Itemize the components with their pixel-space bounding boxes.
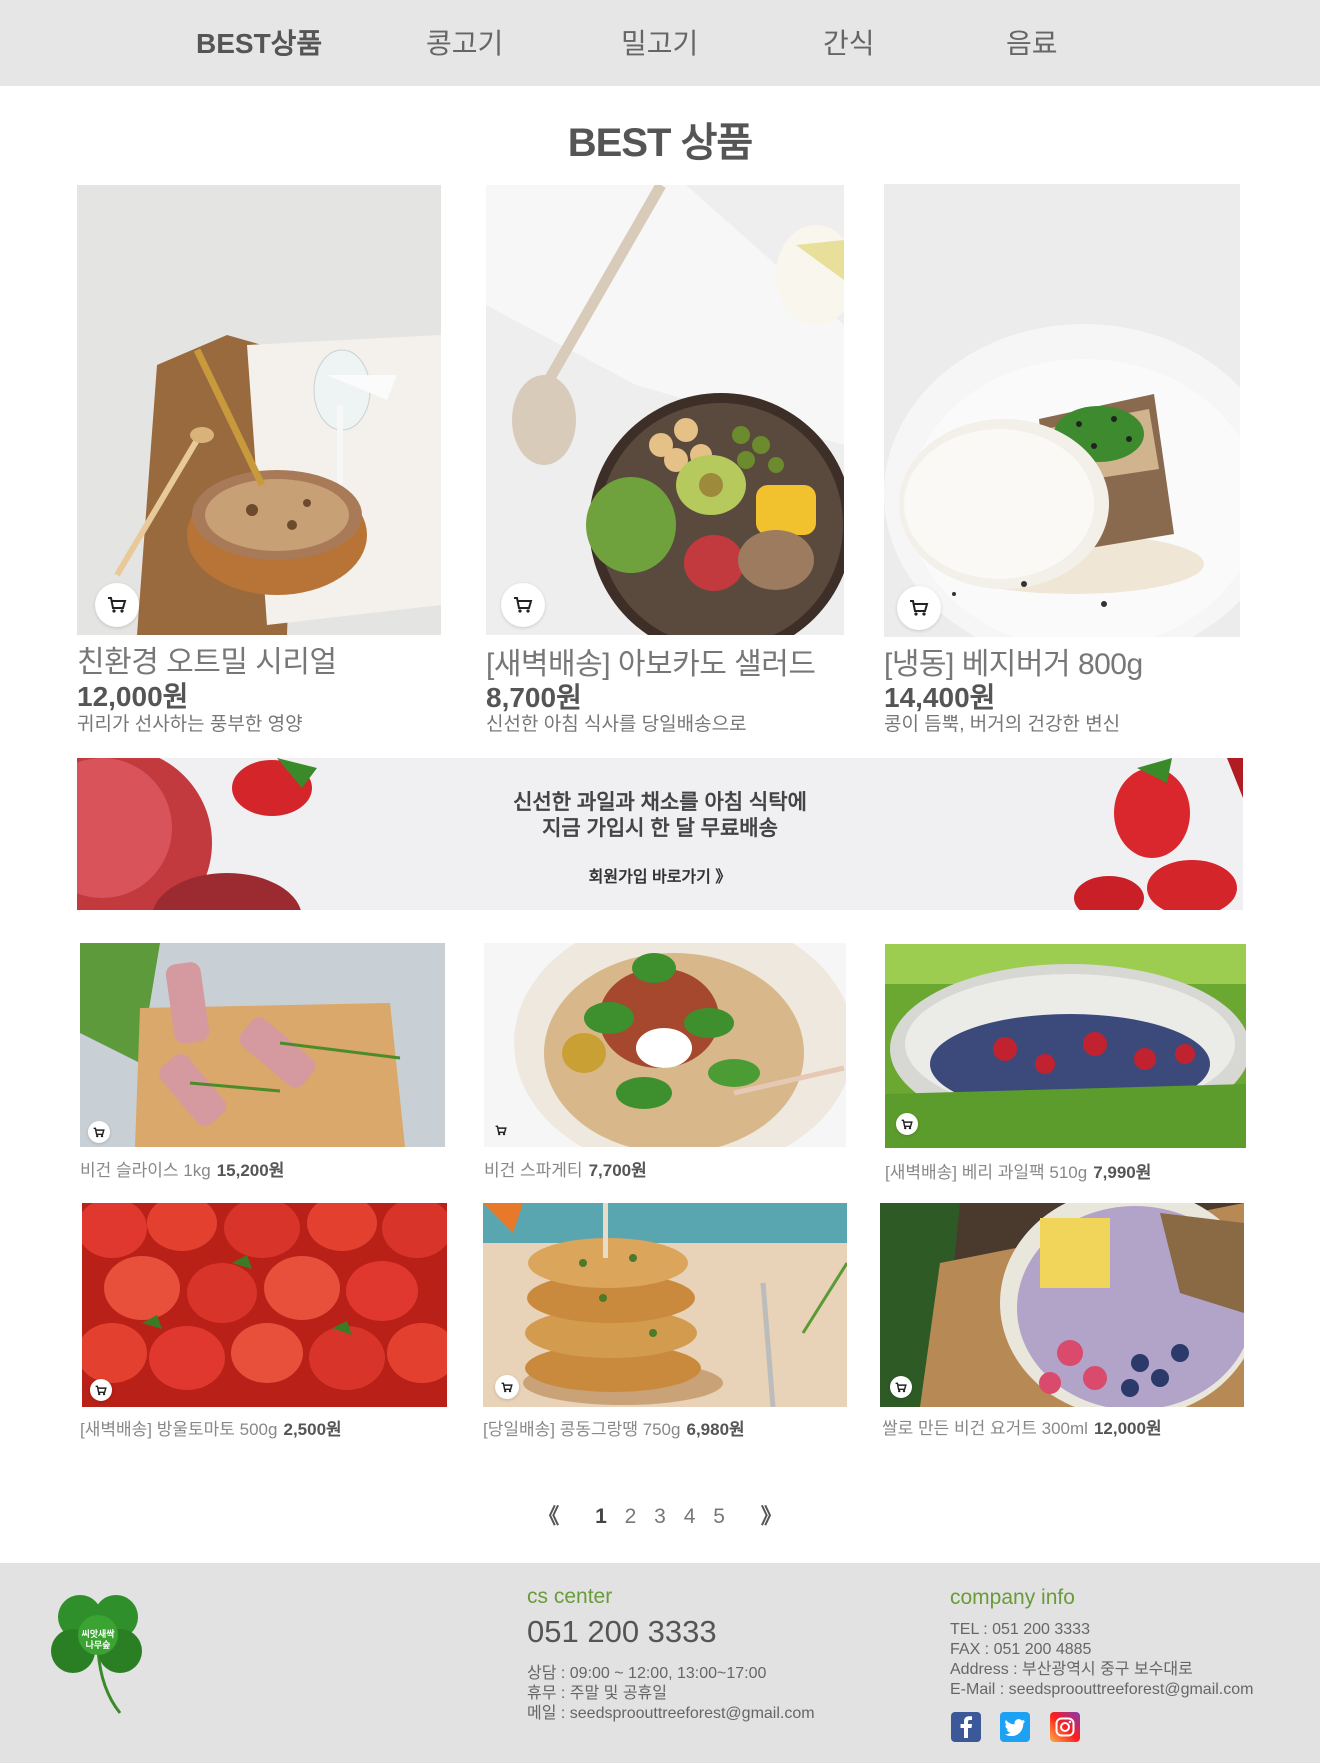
product-name: [새벽배송] 방울토마토 500g bbox=[80, 1420, 278, 1439]
cart-icon bbox=[95, 1385, 107, 1395]
facebook-icon bbox=[960, 1716, 972, 1738]
vegan-yogurt-bowl-image bbox=[880, 1203, 1244, 1407]
cart-icon bbox=[910, 600, 929, 616]
company-info-title: company info bbox=[950, 1586, 1075, 1609]
cs-hours: 상담 : 09:00 ~ 12:00, 13:00~17:00 bbox=[527, 1665, 767, 1682]
footer: 씨앗새싹 나무숲 cs center 051 200 3333 상담 : 09:… bbox=[0, 1563, 1320, 1763]
cart-icon bbox=[895, 1382, 907, 1392]
add-to-cart-button[interactable] bbox=[896, 1113, 918, 1135]
company-email: E-Mail : seedsproouttreeforest@gmail.com bbox=[950, 1681, 1254, 1698]
nav-item-drinks[interactable]: 음료 bbox=[1006, 22, 1058, 62]
cart-icon bbox=[501, 1382, 513, 1392]
product-caption: [새벽배송] 방울토마토 500g 2,500원 bbox=[80, 1415, 342, 1440]
product-description: 콩이 듬뿍, 버거의 건강한 변신 bbox=[884, 714, 1121, 735]
product-price: 7,700원 bbox=[588, 1161, 647, 1180]
product-price: 2,500원 bbox=[283, 1420, 342, 1439]
product-name: 비건 스파게티 bbox=[484, 1161, 583, 1180]
pagination: 《 1 2 3 4 5 》 bbox=[0, 1500, 1320, 1530]
vegan-slice-rolls-image bbox=[80, 943, 445, 1147]
add-to-cart-button[interactable] bbox=[88, 1121, 110, 1143]
cs-phone: 051 200 3333 bbox=[527, 1614, 717, 1649]
twitter-icon bbox=[1005, 1718, 1025, 1736]
promo-banner: 신선한 과일과 채소를 아침 식탁에 지금 가입시 한 달 무료배송 회원가입 … bbox=[77, 758, 1243, 910]
oatmeal-cereal-image bbox=[77, 185, 441, 635]
nav-item-best[interactable]: BEST상품 bbox=[196, 22, 322, 62]
clover-icon bbox=[51, 1595, 142, 1714]
cart-icon bbox=[901, 1119, 913, 1129]
veggie-burger-image bbox=[884, 184, 1240, 637]
cs-center-title: cs center bbox=[527, 1585, 613, 1608]
vegan-spaghetti-image bbox=[484, 943, 846, 1147]
product-price: 6,980원 bbox=[686, 1420, 745, 1439]
product-name: 쌀로 만든 비건 요거트 300ml bbox=[882, 1419, 1088, 1438]
bean-patties-image bbox=[483, 1203, 847, 1407]
product-card[interactable]: 비건 슬라이스 1kg 15,200원 bbox=[80, 943, 445, 1183]
add-to-cart-button[interactable] bbox=[501, 583, 545, 627]
product-caption: 비건 슬라이스 1kg 15,200원 bbox=[80, 1156, 284, 1181]
company-address: Address : 부산광역시 중구 보수대로 bbox=[950, 1661, 1193, 1678]
page-link-4[interactable]: 4 bbox=[684, 1505, 696, 1529]
signup-label: 회원가입 바로가기 bbox=[588, 869, 711, 886]
product-card[interactable]: [당일배송] 콩동그랑땡 750g 6,980원 bbox=[483, 1203, 847, 1443]
product-card[interactable]: [새벽배송] 방울토마토 500g 2,500원 bbox=[80, 1203, 447, 1443]
product-card[interactable]: 쌀로 만든 비건 요거트 300ml 12,000원 bbox=[880, 1203, 1244, 1443]
best-product-card[interactable]: [새벽배송] 아보카도 샐러드 8,700원 신선한 아침 식사를 당일배송으로 bbox=[486, 185, 844, 735]
cart-icon bbox=[93, 1127, 105, 1137]
add-to-cart-button[interactable] bbox=[90, 1379, 112, 1401]
double-chevron-right-icon: 》 bbox=[715, 869, 732, 886]
product-caption: 쌀로 만든 비건 요거트 300ml 12,000원 bbox=[882, 1414, 1162, 1439]
product-price: 7,990원 bbox=[1093, 1163, 1152, 1182]
cart-icon bbox=[108, 597, 127, 613]
facebook-link[interactable] bbox=[951, 1712, 981, 1742]
product-name: 비건 슬라이스 1kg bbox=[80, 1161, 211, 1180]
nav-item-snacks[interactable]: 간식 bbox=[823, 22, 875, 62]
add-to-cart-button[interactable] bbox=[495, 1375, 519, 1399]
product-name: [당일배송] 콩동그랑땡 750g bbox=[483, 1420, 681, 1439]
cart-icon bbox=[495, 1125, 507, 1135]
product-price: 15,200원 bbox=[216, 1161, 285, 1180]
page-link-2[interactable]: 2 bbox=[625, 1505, 637, 1529]
add-to-cart-button[interactable] bbox=[95, 583, 139, 627]
nav-item-soy-meat[interactable]: 콩고기 bbox=[426, 22, 503, 62]
add-to-cart-button[interactable] bbox=[897, 586, 941, 630]
cherry-tomatoes-image bbox=[82, 1203, 447, 1407]
prev-page-button[interactable]: 《 bbox=[538, 1500, 559, 1530]
product-card[interactable]: 비건 스파게티 7,700원 bbox=[484, 943, 846, 1183]
nav-item-wheat-meat[interactable]: 밀고기 bbox=[621, 22, 698, 62]
signup-link[interactable]: 회원가입 바로가기 》 bbox=[77, 863, 1243, 887]
product-caption: [당일배송] 콩동그랑땡 750g 6,980원 bbox=[483, 1415, 745, 1440]
page-link-3[interactable]: 3 bbox=[654, 1505, 666, 1529]
product-name: [새벽배송] 베리 과일팩 510g bbox=[885, 1163, 1088, 1182]
cart-icon bbox=[514, 597, 533, 613]
next-page-button[interactable]: 》 bbox=[761, 1500, 782, 1530]
best-product-card[interactable]: 친환경 오트밀 시리얼 12,000원 귀리가 선사하는 풍부한 영양 bbox=[77, 185, 441, 735]
cs-holiday: 휴무 : 주말 및 공휴일 bbox=[527, 1685, 667, 1702]
add-to-cart-button[interactable] bbox=[890, 1376, 912, 1398]
page-title: BEST 상품 bbox=[567, 121, 753, 165]
berry-bowl-image bbox=[885, 944, 1246, 1148]
product-description: 신선한 아침 식사를 당일배송으로 bbox=[486, 714, 747, 735]
clover-logo[interactable]: 씨앗새싹 나무숲 bbox=[48, 1593, 148, 1718]
add-to-cart-button[interactable] bbox=[490, 1119, 512, 1141]
product-caption: [새벽배송] 베리 과일팩 510g 7,990원 bbox=[885, 1158, 1151, 1183]
top-navigation: BEST상품 콩고기 밀고기 간식 음료 bbox=[0, 0, 1320, 86]
product-description: 귀리가 선사하는 풍부한 영양 bbox=[77, 714, 303, 735]
instagram-link[interactable] bbox=[1050, 1712, 1080, 1742]
product-caption: 비건 스파게티 7,700원 bbox=[484, 1156, 647, 1181]
cs-mail: 메일 : seedsproouttreeforest@gmail.com bbox=[527, 1705, 815, 1722]
product-price: 12,000원 bbox=[1093, 1419, 1162, 1438]
product-card[interactable]: [새벽배송] 베리 과일팩 510g 7,990원 bbox=[885, 944, 1246, 1184]
logo-text: 씨앗새싹 나무숲 bbox=[68, 1629, 128, 1651]
banner-subheadline: 지금 가입시 한 달 무료배송 bbox=[542, 817, 778, 840]
avocado-salad-bowl-image bbox=[486, 185, 844, 635]
page-link-1[interactable]: 1 bbox=[595, 1505, 607, 1529]
logo-text-line: 씨앗새싹 bbox=[81, 1629, 115, 1639]
best-product-card[interactable]: [냉동] 베지버거 800g 14,400원 콩이 듬뿍, 버거의 건강한 변신 bbox=[884, 184, 1240, 735]
company-fax: FAX : 051 200 4885 bbox=[950, 1641, 1092, 1658]
instagram-icon bbox=[1055, 1717, 1075, 1737]
twitter-link[interactable] bbox=[1000, 1712, 1030, 1742]
logo-text-line: 나무숲 bbox=[85, 1640, 111, 1650]
page-link-5[interactable]: 5 bbox=[713, 1505, 725, 1529]
company-tel: TEL : 051 200 3333 bbox=[950, 1621, 1090, 1638]
